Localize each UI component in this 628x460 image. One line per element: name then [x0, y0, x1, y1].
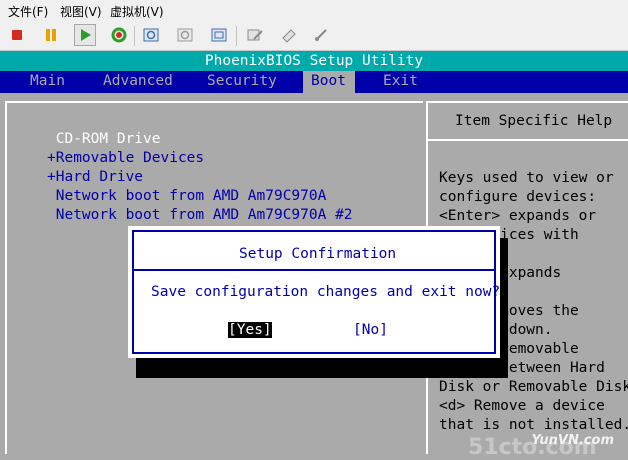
setup-confirmation-dialog: Setup Confirmation Save configuration ch… [128, 226, 500, 358]
no-button[interactable]: [No] [353, 322, 388, 338]
revert-snapshot-icon[interactable] [174, 24, 196, 46]
edit-settings-icon[interactable] [244, 24, 266, 46]
toolbar-separator [134, 26, 135, 46]
help-title: Item Specific Help [455, 113, 613, 129]
menu-file[interactable]: 文件(F) [8, 3, 48, 20]
host-toolbar [0, 20, 628, 51]
tab-main[interactable]: Main [30, 71, 65, 93]
dialog-shadow [500, 238, 508, 366]
help-line: <d> Remove a device [439, 398, 605, 414]
host-menubar: 文件(F) 视图(V) 虚拟机(V) [0, 0, 628, 20]
pause-icon[interactable] [40, 24, 62, 46]
boot-item-network-1[interactable]: Network boot from AMD Am79C970A [47, 188, 327, 204]
tab-security[interactable]: Security [207, 71, 277, 93]
usb-icon[interactable] [310, 24, 332, 46]
help-line: Keys used to view or [439, 170, 614, 186]
watermark-sub: YunVN.com [531, 433, 614, 448]
boot-item-cdrom[interactable]: CD-ROM Drive [47, 131, 161, 147]
dialog-message: Save configuration changes and exit now? [151, 284, 501, 300]
bios-tab-bar: Main Advanced Security Boot Exit [0, 71, 628, 93]
help-line: configure devices: [439, 189, 597, 205]
boot-item-harddrive[interactable]: +Hard Drive [47, 169, 143, 185]
snapshot-icon[interactable] [140, 24, 162, 46]
boot-item-removable[interactable]: +Removable Devices [47, 150, 204, 166]
dialog-title: Setup Confirmation [239, 246, 397, 262]
stop-icon[interactable] [6, 24, 28, 46]
reset-icon[interactable] [108, 24, 130, 46]
play-icon[interactable] [74, 24, 96, 46]
bios-title: PhoenixBIOS Setup Utility [0, 51, 628, 71]
dialog-shadow [136, 358, 508, 378]
help-line: that is not installed. [439, 417, 628, 433]
menu-vm[interactable]: 虚拟机(V) [110, 3, 164, 20]
tab-exit[interactable]: Exit [383, 71, 418, 93]
menu-view[interactable]: 视图(V) [60, 3, 102, 20]
help-line: Disk or Removable Disk [439, 379, 628, 395]
tab-advanced[interactable]: Advanced [103, 71, 173, 93]
help-line: <Enter> expands or [439, 208, 597, 224]
manage-snapshots-icon[interactable] [208, 24, 230, 46]
tab-boot[interactable]: Boot [303, 71, 355, 93]
connect-icon[interactable] [278, 24, 300, 46]
dialog-divider [132, 269, 496, 271]
help-divider [426, 139, 628, 141]
toolbar-separator [236, 26, 237, 46]
boot-item-network-2[interactable]: Network boot from AMD Am79C970A #2 [47, 207, 353, 223]
yes-button[interactable]: [Yes] [228, 322, 272, 338]
bios-screen: PhoenixBIOS Setup Utility Main Advanced … [0, 51, 628, 460]
